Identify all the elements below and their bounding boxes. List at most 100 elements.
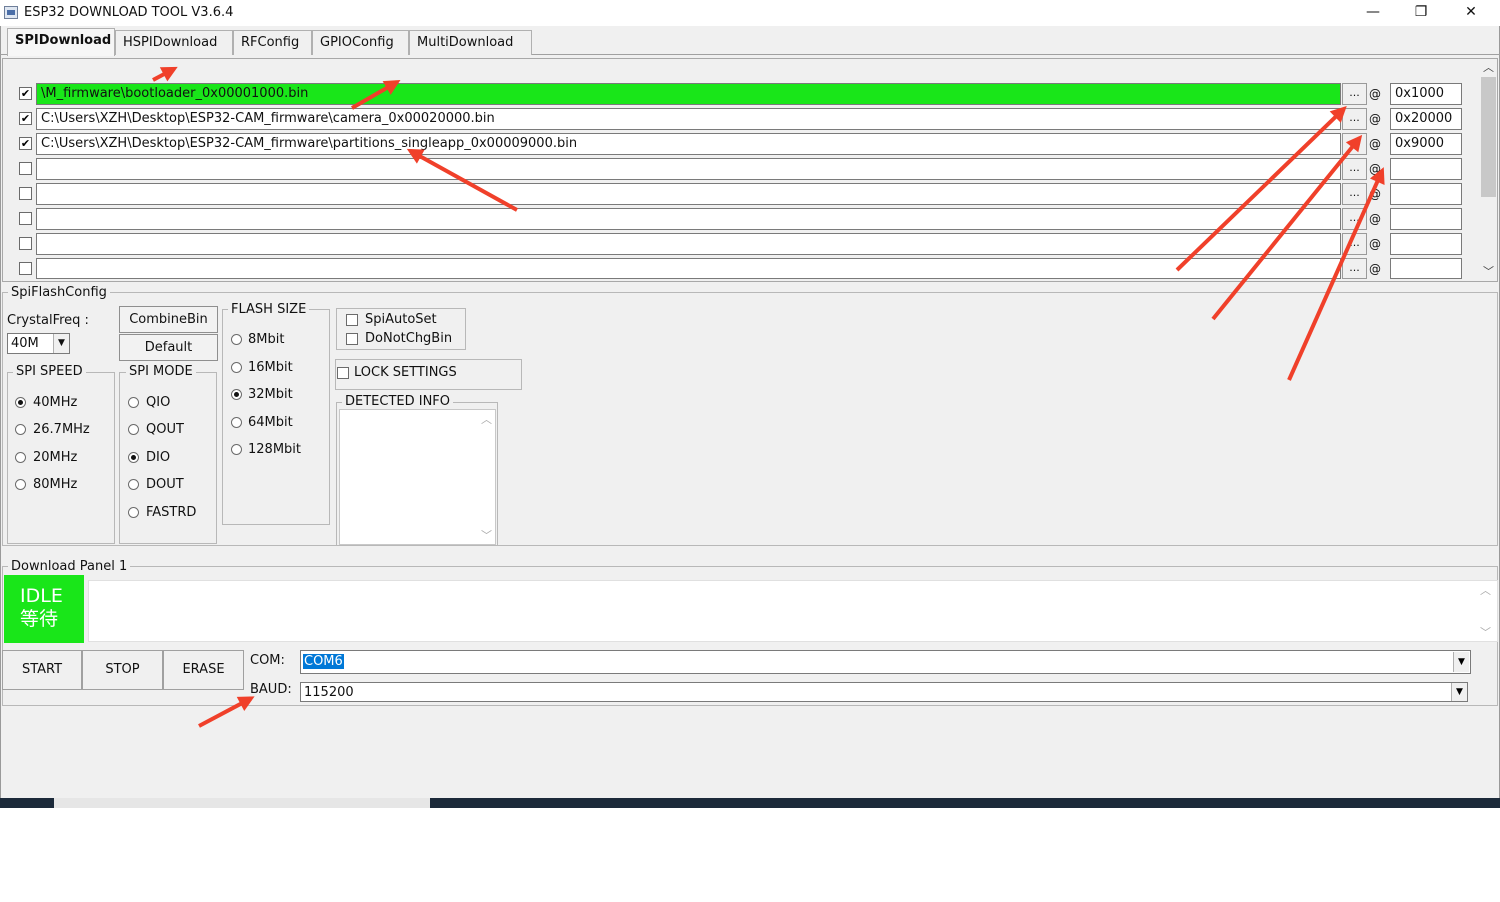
spi-speed-radio-40mhz[interactable] xyxy=(15,397,26,408)
file-checkbox[interactable] xyxy=(19,187,32,200)
spi-mode-label: QIO xyxy=(146,395,171,410)
do-not-chg-bin-checkbox[interactable] xyxy=(346,333,358,345)
spi-speed-radio-20mhz[interactable] xyxy=(15,452,26,463)
address-input[interactable] xyxy=(1390,208,1462,230)
erase-button[interactable]: ERASE xyxy=(163,650,244,690)
window-title: ESP32 DOWNLOAD TOOL V3.6.4 xyxy=(24,5,234,20)
com-label: COM: xyxy=(250,653,285,668)
download-panel-title: Download Panel 1 xyxy=(8,559,131,574)
flash-size-radio-64mbit[interactable] xyxy=(231,417,242,428)
file-checkbox[interactable] xyxy=(19,237,32,250)
address-input[interactable]: 0x1000 xyxy=(1390,83,1462,105)
file-path-input[interactable]: C:\Users\XZH\Desktop\ESP32-CAM_firmware\… xyxy=(36,133,1341,155)
spi-speed-radio-80mhz[interactable] xyxy=(15,479,26,490)
browse-button[interactable]: ... xyxy=(1342,83,1367,105)
browse-button[interactable]: ... xyxy=(1342,183,1367,205)
tab-spidownload[interactable]: SPIDownload xyxy=(7,28,115,56)
scroll-up-icon[interactable]: ︿ xyxy=(1480,60,1497,76)
tab-hspidownload[interactable]: HSPIDownload xyxy=(115,30,233,55)
flash-size-label: 128Mbit xyxy=(248,442,301,457)
combine-bin-button[interactable]: CombineBin xyxy=(119,306,218,333)
scroll-down-icon[interactable]: ﹀ xyxy=(1480,264,1497,280)
at-label: @ xyxy=(1369,212,1381,226)
file-checkbox[interactable]: ✔ xyxy=(19,87,32,100)
file-checkbox[interactable] xyxy=(19,162,32,175)
spi-speed-radio-26mhz[interactable] xyxy=(15,424,26,435)
file-path-input[interactable] xyxy=(36,183,1341,205)
default-button[interactable]: Default xyxy=(119,334,218,361)
status-indicator: IDLE 等待 xyxy=(4,575,84,643)
file-checkbox[interactable]: ✔ xyxy=(19,112,32,125)
do-not-chg-bin-label: DoNotChgBin xyxy=(365,331,453,346)
crystal-freq-value: 40M xyxy=(11,336,39,351)
spi-mode-radio-qout[interactable] xyxy=(128,424,139,435)
file-checkbox[interactable] xyxy=(19,212,32,225)
at-label: @ xyxy=(1369,237,1381,251)
browse-button[interactable]: ... xyxy=(1342,158,1367,180)
file-checkbox[interactable]: ✔ xyxy=(19,137,32,150)
at-label: @ xyxy=(1369,87,1381,101)
flash-size-radio-128mbit[interactable] xyxy=(231,444,242,455)
spi-auto-set-label: SpiAutoSet xyxy=(365,312,437,327)
tab-rfconfig[interactable]: RFConfig xyxy=(233,30,312,55)
address-input[interactable] xyxy=(1390,183,1462,205)
scroll-down-icon[interactable]: ﹀ xyxy=(1477,625,1494,641)
file-path-input[interactable]: \M_firmware\bootloader_0x00001000.bin xyxy=(36,83,1341,105)
flash-size-label: 64Mbit xyxy=(248,415,293,430)
spi-mode-radio-fastrd[interactable] xyxy=(128,507,139,518)
minimize-button[interactable]: — xyxy=(1350,0,1396,26)
spi-mode-label: DIO xyxy=(146,450,171,465)
address-input[interactable] xyxy=(1390,158,1462,180)
address-input[interactable]: 0x9000 xyxy=(1390,133,1462,155)
file-checkbox[interactable] xyxy=(19,262,32,275)
status-text-cn: 等待 xyxy=(20,608,59,630)
spi-mode-radio-dout[interactable] xyxy=(128,479,139,490)
file-path-input[interactable]: C:\Users\XZH\Desktop\ESP32-CAM_firmware\… xyxy=(36,108,1341,130)
browse-button[interactable]: ... xyxy=(1342,258,1367,279)
scroll-up-icon[interactable]: ︿ xyxy=(478,412,495,428)
com-select[interactable]: COM6 ▼ xyxy=(300,650,1471,674)
baud-label: BAUD: xyxy=(250,682,292,697)
file-path-input[interactable] xyxy=(36,258,1341,279)
at-label: @ xyxy=(1369,112,1381,126)
address-input[interactable]: 0x20000 xyxy=(1390,108,1462,130)
scrollbar-thumb[interactable] xyxy=(1481,77,1496,197)
taskbar-item[interactable] xyxy=(54,798,430,808)
spi-mode-radio-qio[interactable] xyxy=(128,397,139,408)
taskbar xyxy=(0,798,1500,808)
file-path-input[interactable] xyxy=(36,158,1341,180)
start-button[interactable]: START xyxy=(2,650,82,690)
stop-button[interactable]: STOP xyxy=(82,650,163,690)
log-output[interactable]: ︿ ﹀ xyxy=(88,580,1498,642)
address-input[interactable] xyxy=(1390,258,1462,279)
tab-multidownload[interactable]: MultiDownload xyxy=(409,30,532,55)
com-value: COM6 xyxy=(303,654,344,669)
close-button[interactable]: ✕ xyxy=(1448,0,1494,26)
baud-value: 115200 xyxy=(304,685,354,700)
detected-info-textarea[interactable]: ︿ ﹀ xyxy=(339,409,496,545)
lock-settings-checkbox[interactable] xyxy=(337,367,349,379)
dropdown-arrow-icon[interactable]: ▼ xyxy=(1451,683,1467,701)
dropdown-arrow-icon[interactable]: ▼ xyxy=(1453,652,1469,672)
dropdown-arrow-icon[interactable]: ▼ xyxy=(53,334,69,353)
spi-auto-set-checkbox[interactable] xyxy=(346,314,358,326)
spi-mode-label: DOUT xyxy=(146,477,184,492)
at-label: @ xyxy=(1369,137,1381,151)
crystal-freq-select[interactable]: 40M ▼ xyxy=(7,333,70,354)
spi-mode-label: FASTRD xyxy=(146,505,197,520)
flash-size-label: 16Mbit xyxy=(248,360,293,375)
flash-size-radio-32mbit[interactable] xyxy=(231,389,242,400)
spi-flash-config-title: SpiFlashConfig xyxy=(8,285,110,300)
address-input[interactable] xyxy=(1390,233,1462,255)
restore-button[interactable]: ❐ xyxy=(1398,0,1444,26)
file-path-input[interactable] xyxy=(36,233,1341,255)
flash-size-radio-16mbit[interactable] xyxy=(231,362,242,373)
tab-gpioconfig[interactable]: GPIOConfig xyxy=(312,30,409,55)
scroll-up-icon[interactable]: ︿ xyxy=(1477,583,1494,599)
spi-mode-radio-dio[interactable] xyxy=(128,452,139,463)
flash-size-radio-8mbit[interactable] xyxy=(231,334,242,345)
file-path-input[interactable] xyxy=(36,208,1341,230)
file-list-scrollbar[interactable]: ︿ ﹀ xyxy=(1480,60,1497,280)
scroll-down-icon[interactable]: ﹀ xyxy=(478,528,495,544)
baud-select[interactable]: 115200 ▼ xyxy=(300,682,1468,702)
